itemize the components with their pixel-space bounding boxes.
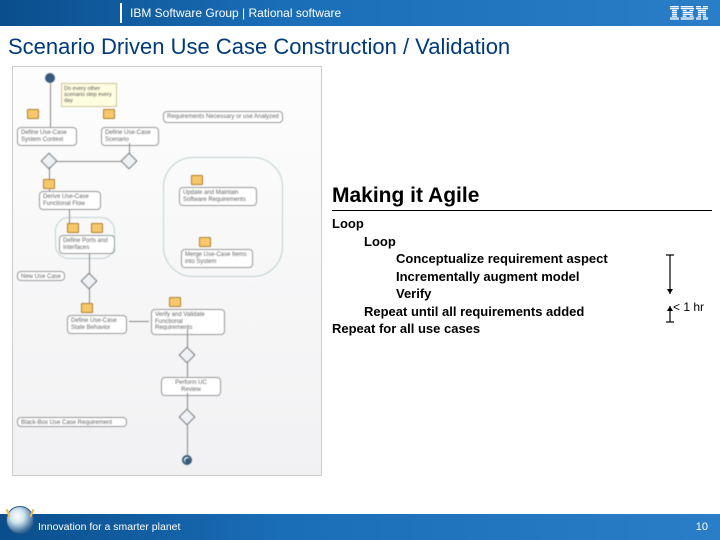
decision-node	[121, 153, 138, 170]
agile-line: Loop	[332, 233, 712, 251]
diagram-label: New Use Case	[17, 271, 65, 281]
smarter-planet-icon	[6, 506, 34, 534]
diagram-label: Black-Box Use Case Requirement	[17, 417, 127, 427]
page-number: 10	[696, 521, 708, 533]
agile-line: Repeat for all use cases	[332, 320, 712, 338]
connector	[187, 425, 188, 455]
agile-line: Verify	[332, 285, 712, 303]
diagram-box: Perform UC Review	[161, 377, 221, 396]
agile-lines: Loop Loop Conceptualize requirement aspe…	[332, 215, 712, 338]
diagram-label: Requirements Necessary or use Analyzed	[163, 111, 283, 123]
connector	[187, 393, 188, 409]
folder-icon	[27, 109, 39, 119]
agile-line: Repeat until all requirements added	[332, 303, 712, 321]
agile-rule	[332, 210, 712, 211]
connector	[129, 321, 149, 322]
agile-line: Conceptualize requirement aspect	[332, 250, 712, 268]
connector	[187, 329, 188, 347]
diagram-box: Define Use-Case System Context	[17, 127, 77, 146]
header-divider	[120, 3, 122, 23]
header-group-text: IBM Software Group | Rational software	[130, 6, 341, 20]
agile-heading: Making it Agile	[332, 184, 712, 208]
content-area: Do every other scenario step every day R…	[0, 66, 720, 516]
ibm-logo	[670, 6, 708, 20]
duration-label: < 1 hr	[673, 300, 704, 314]
diagram-box: Derive Use-Case Functional Flow	[39, 191, 101, 210]
slide-title: Scenario Driven Use Case Construction / …	[0, 26, 720, 66]
diagram-box: Define Use-Case Scenario	[101, 127, 159, 146]
folder-icon	[81, 303, 93, 313]
folder-icon	[103, 109, 115, 119]
footer-tagline: Innovation for a smarter planet	[38, 521, 180, 533]
agile-line: Loop	[332, 215, 712, 233]
connector	[57, 161, 121, 162]
decision-node	[81, 273, 98, 290]
connector	[187, 363, 188, 377]
diagram-box: Verify and Validate Functional Requireme…	[151, 309, 225, 335]
decision-node	[179, 409, 196, 426]
header-left: IBM Software Group | Rational software	[0, 3, 341, 23]
diagram-box: Define Use-Case State Behavior	[67, 315, 127, 334]
group-outline	[55, 217, 115, 259]
footer-bar: Innovation for a smarter planet 10	[0, 514, 720, 540]
connector	[50, 83, 51, 127]
folder-icon	[169, 297, 181, 307]
agile-line: Incrementally augment model	[332, 268, 712, 286]
diagram-note: Do every other scenario step every day	[61, 83, 117, 107]
header-bar: IBM Software Group | Rational software	[0, 0, 720, 26]
decision-node	[179, 347, 196, 364]
agile-panel: Making it Agile Loop Loop Conceptualize …	[332, 184, 712, 338]
start-node	[45, 73, 55, 83]
folder-icon	[43, 179, 55, 189]
group-outline	[163, 157, 283, 277]
workflow-diagram: Do every other scenario step every day R…	[12, 66, 322, 476]
end-node	[185, 458, 191, 464]
